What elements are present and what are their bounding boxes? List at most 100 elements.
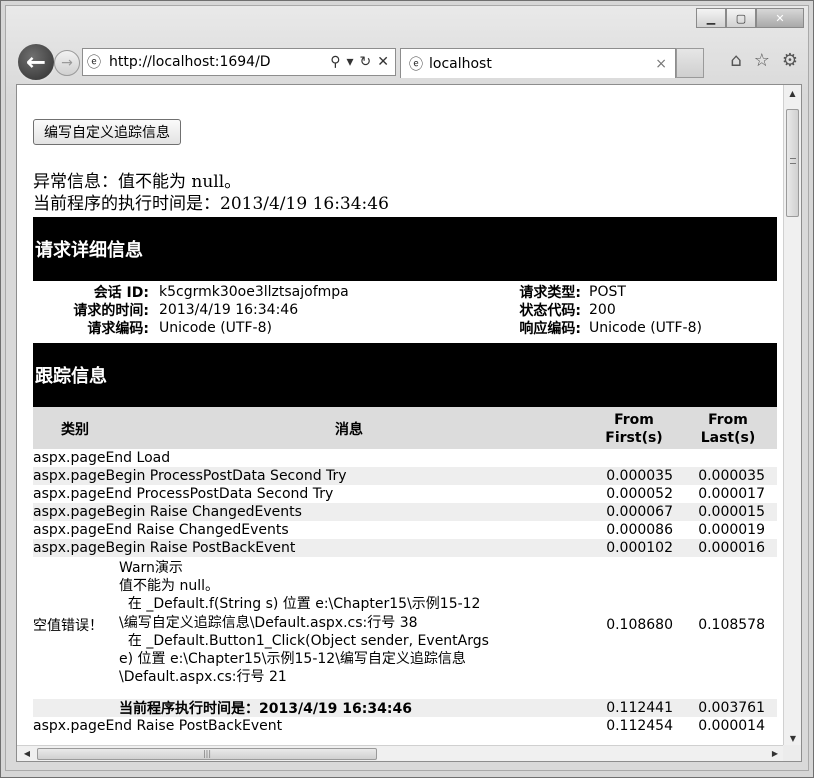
warn-message-line: e) 位置 e:\Chapter15\示例15-12\编写自定义追踪信息 bbox=[119, 651, 466, 668]
write-trace-button[interactable]: 编写自定义追踪信息 bbox=[33, 119, 181, 145]
warn-message-line: 值不能为 null。 bbox=[119, 578, 219, 595]
last-row-category: aspx.pageEnd Raise PostBackEvent bbox=[33, 718, 283, 734]
trace-from-last: 0.000017 bbox=[698, 486, 765, 502]
time-row-from-last: 0.003761 bbox=[698, 700, 765, 716]
execution-time-message: 当前程序的执行时间是：2013/4/19 16:34:46 bbox=[33, 194, 389, 214]
tab-close-icon[interactable]: × bbox=[655, 56, 667, 72]
refresh-icon[interactable]: ↻ bbox=[360, 54, 372, 70]
warn-from-last: 0.108578 bbox=[698, 617, 765, 633]
vertical-scroll-thumb[interactable] bbox=[786, 109, 799, 217]
request-detail-value: Unicode (UTF-8) bbox=[589, 320, 702, 336]
last-trace-row: aspx.pageEnd Raise PostBackEvent 0.11245… bbox=[33, 717, 777, 735]
trace-from-last: 0.000019 bbox=[698, 522, 765, 538]
trace-category: aspx.pageBegin Raise PostBackEvent bbox=[33, 540, 296, 556]
forward-button[interactable]: → bbox=[54, 50, 80, 76]
request-detail-value: Unicode (UTF-8) bbox=[159, 320, 272, 336]
trace-category: aspx.pageBegin ProcessPostData Second Tr… bbox=[33, 468, 347, 484]
ie-page-icon: ⓔ bbox=[409, 56, 423, 73]
column-category: 类别 bbox=[61, 422, 89, 438]
trace-from-last: 0.000015 bbox=[698, 504, 765, 520]
address-bar[interactable]: ⓔ http://localhost:1694/D ⚲ ▾ ↻ ✕ bbox=[82, 48, 396, 76]
trace-table-body: aspx.pageEnd Load aspx.pageBegin ProcessP… bbox=[33, 449, 777, 735]
close-button[interactable]: ✕ bbox=[756, 8, 804, 28]
trace-row: aspx.pageBegin Raise ChangedEvents 0.0000… bbox=[33, 503, 777, 521]
request-detail-row: 请求的时间: 2013/4/19 16:34:46 状态代码: 200 bbox=[33, 301, 777, 319]
trace-from-last: 0.000035 bbox=[698, 468, 765, 484]
trace-category: aspx.pageEnd Raise ChangedEvents bbox=[33, 522, 289, 538]
toolbar-icons: ⌂ ☆ ⚙ bbox=[730, 50, 798, 71]
favorites-star-icon[interactable]: ☆ bbox=[754, 50, 770, 71]
maximize-button[interactable]: ▢ bbox=[726, 8, 756, 28]
request-details-header: 请求详细信息 bbox=[33, 217, 777, 281]
warn-message-line: Warn演示 bbox=[119, 560, 183, 576]
request-detail-label: 会话 ID: bbox=[93, 285, 149, 301]
dropdown-icon[interactable]: ▾ bbox=[347, 54, 354, 70]
warn-row: 空值错误！ Warn演示值不能为 null。 在 _Default.f(Stri… bbox=[33, 557, 777, 699]
trace-row: aspx.pageBegin Raise PostBackEvent 0.0001… bbox=[33, 539, 777, 557]
horizontal-scroll-thumb[interactable]: ||| bbox=[37, 748, 377, 760]
time-row: 当前程序执行时间是：2013/4/19 16:34:46 0.112441 0.… bbox=[33, 699, 777, 717]
back-arrow-icon: ← bbox=[25, 48, 47, 76]
scroll-up-icon[interactable]: ▲ bbox=[784, 85, 801, 102]
new-tab-button[interactable] bbox=[676, 48, 704, 78]
last-row-from-last: 0.000014 bbox=[698, 718, 765, 734]
warn-message-line: 在 _Default.f(String s) 位置 e:\Chapter15\示… bbox=[119, 596, 481, 613]
tab-localhost[interactable]: ⓔ localhost × bbox=[400, 48, 676, 78]
trace-row: aspx.pageEnd Load bbox=[33, 449, 777, 467]
request-detail-label: 请求的时间: bbox=[73, 303, 149, 319]
request-detail-label: 状态代码: bbox=[519, 303, 581, 319]
trace-category: aspx.pageEnd ProcessPostData Second Try bbox=[33, 486, 334, 502]
trace-from-first: 0.000102 bbox=[606, 540, 673, 556]
vertical-scrollbar[interactable]: ▲ ▼ bbox=[783, 85, 801, 747]
trace-from-first: 0.000067 bbox=[606, 504, 673, 520]
browser-frame: ▁ ▢ ✕ ← → ⓔ http://localhost:1694/D ⚲ ▾ … bbox=[5, 5, 809, 771]
trace-info-header: 跟踪信息 bbox=[33, 343, 777, 407]
stop-icon[interactable]: ✕ bbox=[377, 54, 389, 70]
request-detail-label: 请求编码: bbox=[87, 321, 149, 337]
time-row-message: 当前程序执行时间是：2013/4/19 16:34:46 bbox=[119, 701, 412, 717]
gear-icon[interactable]: ⚙ bbox=[782, 50, 798, 71]
forward-arrow-icon: → bbox=[61, 55, 73, 71]
trace-from-last: 0.000016 bbox=[698, 540, 765, 556]
search-icon[interactable]: ⚲ bbox=[330, 54, 340, 70]
trace-row: aspx.pageBegin ProcessPostData Second Tr… bbox=[33, 467, 777, 485]
trace-from-first: 0.000086 bbox=[606, 522, 673, 538]
address-url[interactable]: http://localhost:1694/D bbox=[109, 54, 330, 70]
ie-page-icon: ⓔ bbox=[87, 55, 101, 71]
column-from-first: From First(s) bbox=[605, 412, 663, 446]
last-row-from-first: 0.112454 bbox=[606, 718, 673, 734]
warn-from-first: 0.108680 bbox=[606, 617, 673, 633]
request-detail-value: 200 bbox=[589, 302, 616, 318]
request-detail-value: POST bbox=[589, 284, 626, 300]
trace-table-header: 类别 消息 From First(s) From Last(s) bbox=[33, 407, 777, 449]
horizontal-scrollbar[interactable]: ◀ ||| ▶ bbox=[17, 745, 785, 761]
trace-category: aspx.pageEnd Load bbox=[33, 450, 171, 466]
time-row-from-first: 0.112441 bbox=[606, 700, 673, 716]
page-viewport: 编写自定义追踪信息 异常信息：值不能为 null。 当前程序的执行时间是：201… bbox=[16, 84, 802, 762]
trace-row: aspx.pageEnd ProcessPostData Second Try 0… bbox=[33, 485, 777, 503]
warn-message-line: \Default.aspx.cs:行号 21 bbox=[119, 669, 287, 686]
warn-category: 空值错误！ bbox=[33, 618, 103, 634]
request-detail-value: 2013/4/19 16:34:46 bbox=[159, 302, 299, 318]
minimize-button[interactable]: ▁ bbox=[696, 8, 726, 28]
tab-title: localhost bbox=[429, 55, 492, 72]
warn-message-line: \编写自定义追踪信息\Default.aspx.cs:行号 38 bbox=[119, 614, 418, 631]
request-detail-label: 响应编码: bbox=[519, 321, 581, 337]
home-icon[interactable]: ⌂ bbox=[730, 50, 741, 71]
trace-rows: aspx.pageEnd Load aspx.pageBegin ProcessP… bbox=[33, 449, 777, 557]
navigation-bar: ← → ⓔ http://localhost:1694/D ⚲ ▾ ↻ ✕ ⓔ … bbox=[16, 42, 806, 82]
page-content: 编写自定义追踪信息 异常信息：值不能为 null。 当前程序的执行时间是：201… bbox=[17, 85, 777, 747]
scroll-right-icon[interactable]: ▶ bbox=[767, 746, 783, 761]
request-detail-row: 会话 ID: k5cgrmk30oe3llztsajofmpa 请求类型: POST bbox=[33, 283, 777, 301]
request-details-table: 会话 ID: k5cgrmk30oe3llztsajofmpa 请求类型: POST 请… bbox=[33, 283, 777, 337]
window-controls: ▁ ▢ ✕ bbox=[696, 8, 804, 28]
request-detail-label: 请求类型: bbox=[519, 285, 581, 301]
back-button[interactable]: ← bbox=[16, 42, 56, 82]
column-message: 消息 bbox=[335, 422, 363, 438]
warn-message: Warn演示值不能为 null。 在 _Default.f(String s) … bbox=[119, 557, 583, 699]
browser-window: ▁ ▢ ✕ ← → ⓔ http://localhost:1694/D ⚲ ▾ … bbox=[0, 0, 814, 778]
trace-row: aspx.pageEnd Raise ChangedEvents 0.000086… bbox=[33, 521, 777, 539]
column-from-last: From Last(s) bbox=[700, 412, 756, 446]
trace-from-first: 0.000052 bbox=[606, 486, 673, 502]
scroll-left-icon[interactable]: ◀ bbox=[19, 746, 35, 761]
